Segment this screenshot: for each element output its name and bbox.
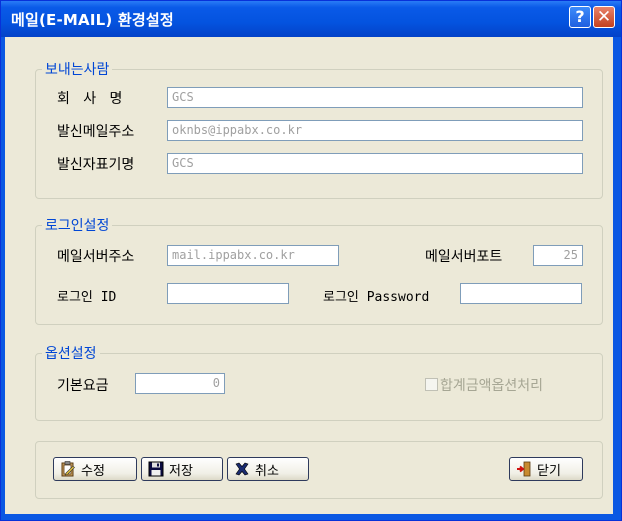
clipboard-edit-icon	[60, 461, 76, 477]
sender-display-input[interactable]: GCS	[167, 153, 583, 174]
options-group-title: 옵션설정	[42, 343, 100, 363]
cancel-button[interactable]: 취소	[227, 457, 309, 481]
cancel-button-label: 취소	[255, 463, 279, 479]
sender-email-input[interactable]: oknbs@ippabx.co.kr	[167, 120, 583, 141]
total-option-checkbox[interactable]	[425, 378, 438, 391]
sender-group-title: 보내는사람	[42, 59, 113, 79]
login-group	[35, 225, 603, 325]
company-input[interactable]: GCS	[167, 87, 583, 108]
login-password-label: 로그인 Password	[323, 290, 430, 305]
base-fee-label: 기본요금	[57, 378, 109, 394]
dialog-body: 보내는사람 회 사 명 GCS 발신메일주소 oknbs@ippabx.co.k…	[5, 37, 613, 514]
title-bar[interactable]: 메일(E-MAIL) 환경설정 ? ✕	[1, 1, 621, 37]
save-button[interactable]: 저장	[141, 457, 223, 481]
login-group-title: 로그인설정	[42, 215, 113, 235]
login-id-input[interactable]	[167, 283, 289, 304]
total-option-label: 합계금액옵션처리	[440, 378, 544, 394]
edit-button-label: 수정	[81, 463, 105, 479]
company-label: 회 사 명	[57, 91, 123, 107]
window-title: 메일(E-MAIL) 환경설정	[11, 11, 174, 29]
close-button-label: 닫기	[537, 463, 561, 479]
login-id-label: 로그인 ID	[57, 290, 117, 305]
x-mark-icon	[234, 461, 250, 477]
close-button[interactable]: 닫기	[509, 457, 583, 481]
mail-port-input[interactable]: 25	[533, 245, 583, 266]
edit-button[interactable]: 수정	[53, 457, 137, 481]
sender-display-label: 발신자표기명	[57, 157, 135, 173]
dialog-window: 메일(E-MAIL) 환경설정 ? ✕ 보내는사람 회 사 명 GCS 발신메일…	[0, 0, 622, 521]
help-button[interactable]: ?	[569, 6, 591, 28]
login-password-input[interactable]	[460, 283, 582, 304]
mail-server-input[interactable]: mail.ippabx.co.kr	[167, 245, 339, 266]
door-exit-icon	[516, 461, 532, 477]
base-fee-input[interactable]: 0	[135, 373, 225, 394]
save-button-label: 저장	[169, 463, 193, 479]
mail-server-label: 메일서버주소	[57, 249, 135, 265]
floppy-disk-icon	[148, 461, 164, 477]
sender-email-label: 발신메일주소	[57, 124, 135, 140]
mail-port-label: 메일서버포트	[425, 249, 503, 265]
close-window-button[interactable]: ✕	[593, 6, 615, 28]
